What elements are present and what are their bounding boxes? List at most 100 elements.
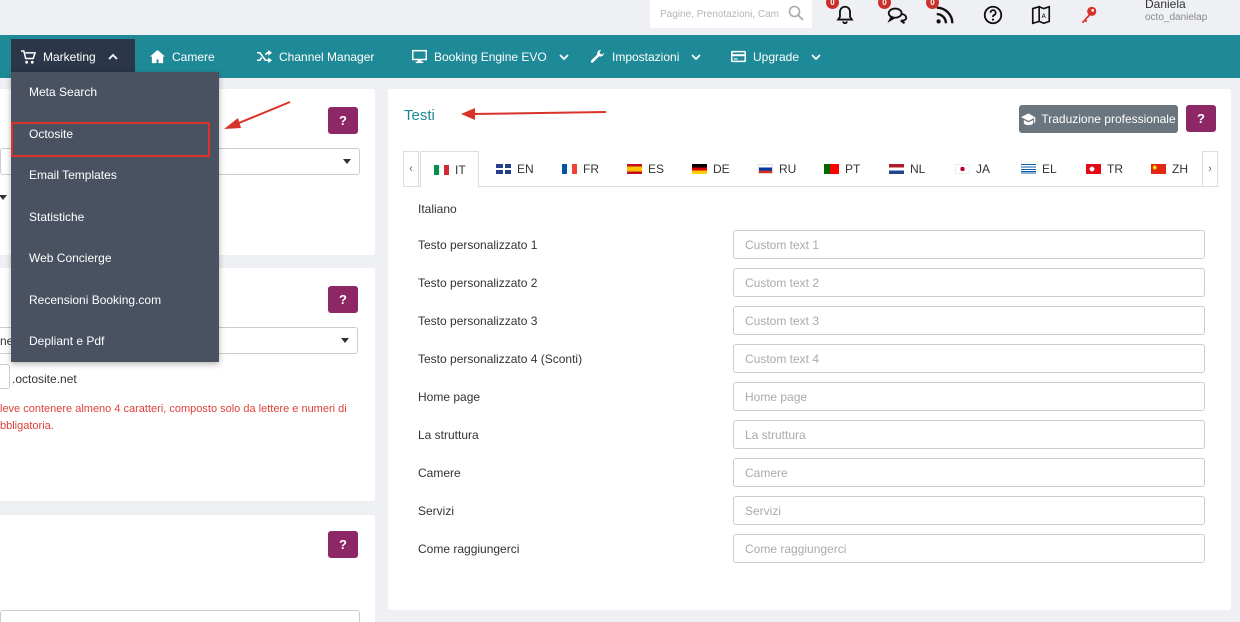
italy-flag-icon xyxy=(434,164,449,175)
help-button[interactable]: ? xyxy=(1186,105,1216,132)
nav-upgrade[interactable]: Upgrade xyxy=(731,35,828,78)
field-label: Testo personalizzato 1 xyxy=(418,238,538,252)
servizi-input[interactable] xyxy=(733,496,1205,525)
portugal-flag-icon xyxy=(824,164,839,174)
nav-impostazioni[interactable]: Impostazioni xyxy=(590,35,708,78)
tab-zh[interactable]: ZH xyxy=(1151,151,1188,187)
spain-flag-icon xyxy=(627,164,642,174)
tab-label: IT xyxy=(455,162,466,177)
tab-label: EN xyxy=(517,162,534,176)
text-field[interactable] xyxy=(0,610,360,622)
caret-down-icon xyxy=(0,195,7,200)
user-login: octo_danielap xyxy=(1145,12,1208,23)
tab-pt[interactable]: PT xyxy=(824,151,860,187)
field-label: Camere xyxy=(418,466,461,480)
field-label: Home page xyxy=(418,390,481,404)
field-label: Testo personalizzato 2 xyxy=(418,276,538,290)
chevron-down-icon xyxy=(691,53,702,60)
user-menu[interactable]: Daniela octo_danielap xyxy=(1145,0,1207,23)
language-heading: Italiano xyxy=(418,202,457,216)
tab-label: EL xyxy=(1042,162,1057,176)
tab-en[interactable]: EN xyxy=(496,151,534,187)
tab-el[interactable]: EL xyxy=(1021,151,1057,187)
tab-label: JA xyxy=(976,162,991,176)
russia-flag-icon xyxy=(758,164,773,174)
menu-item-web-concierge[interactable]: Web Concierge xyxy=(11,240,219,276)
la-struttura-input[interactable] xyxy=(733,420,1205,449)
custom-text-2-input[interactable] xyxy=(733,268,1205,297)
top-bar: 0 0 0 A Daniela octo_danielap xyxy=(0,0,1240,35)
tab-label: NL xyxy=(910,162,926,176)
tab-ja[interactable]: JA xyxy=(955,151,990,187)
search-icon[interactable] xyxy=(788,5,804,21)
camere-input[interactable] xyxy=(733,458,1205,487)
help-button[interactable]: ? xyxy=(328,531,358,558)
notifications-button[interactable]: 0 xyxy=(826,0,858,28)
help-center-button[interactable] xyxy=(980,2,1006,28)
menu-item-recensioni[interactable]: Recensioni Booking.com xyxy=(11,282,219,318)
nav-label: Channel Manager xyxy=(279,49,375,64)
custom-text-4-input[interactable] xyxy=(733,344,1205,373)
home-page-input[interactable] xyxy=(733,382,1205,411)
come-raggiungerci-input[interactable] xyxy=(733,534,1205,563)
feed-button[interactable]: 0 xyxy=(926,0,958,28)
monitor-icon xyxy=(412,49,427,64)
language-tabs: ‹ IT EN FR ES DE RU PT NL JA EL TR ZH › xyxy=(403,151,1218,188)
tab-nl[interactable]: NL xyxy=(889,151,925,187)
china-flag-icon xyxy=(1151,164,1166,174)
nav-booking-engine[interactable]: Booking Engine EVO xyxy=(412,35,576,78)
shuffle-icon xyxy=(257,49,272,64)
menu-item-email-templates[interactable]: Email Templates xyxy=(11,157,219,193)
texts-panel: Testi Traduzione professionale ? ‹ IT EN… xyxy=(388,89,1231,610)
nav-label: Camere xyxy=(172,49,215,64)
key-button[interactable] xyxy=(1076,2,1102,28)
tab-ru[interactable]: RU xyxy=(758,151,796,187)
guide-button[interactable]: A xyxy=(1028,2,1054,28)
turkey-flag-icon xyxy=(1086,164,1101,174)
professional-translation-button[interactable]: Traduzione professionale xyxy=(1019,105,1178,133)
domain-suffix: .octosite.net xyxy=(12,372,77,386)
tab-it[interactable]: IT xyxy=(420,151,479,188)
field-label: Servizi xyxy=(418,504,455,518)
caret-down-icon xyxy=(343,159,351,164)
caret-down-icon xyxy=(341,338,349,343)
tab-tr[interactable]: TR xyxy=(1086,151,1123,187)
help-button[interactable]: ? xyxy=(328,107,358,134)
tab-label: DE xyxy=(713,162,730,176)
tabs-next-button[interactable]: › xyxy=(1202,151,1218,187)
secondary-select[interactable] xyxy=(0,187,9,207)
chat-icon xyxy=(887,7,908,24)
tab-es[interactable]: ES xyxy=(627,151,664,187)
japan-flag-icon xyxy=(955,164,970,174)
nav-label: Marketing xyxy=(43,50,96,64)
tab-fr[interactable]: FR xyxy=(562,151,599,187)
search-input[interactable] xyxy=(660,8,788,20)
nav-marketing[interactable]: Marketing xyxy=(11,39,135,75)
help-icon xyxy=(983,5,1003,25)
annotation-arrow xyxy=(224,101,291,129)
tab-de[interactable]: DE xyxy=(692,151,730,187)
tabs-prev-button[interactable]: ‹ xyxy=(403,151,419,187)
home-icon xyxy=(150,49,165,64)
nav-channel-manager[interactable]: Channel Manager xyxy=(257,35,374,78)
menu-item-meta-search[interactable]: Meta Search xyxy=(11,74,219,110)
highlight-box xyxy=(11,122,210,157)
panel-title: Testi xyxy=(404,107,435,124)
custom-text-3-input[interactable] xyxy=(733,306,1205,335)
field-label: La struttura xyxy=(418,428,479,442)
card-icon xyxy=(731,50,746,63)
tab-label: ES xyxy=(648,162,665,176)
custom-text-1-input[interactable] xyxy=(733,230,1205,259)
nav-label: Impostazioni xyxy=(612,49,680,64)
germany-flag-icon xyxy=(692,164,707,174)
messages-button[interactable]: 0 xyxy=(878,0,910,28)
help-button[interactable]: ? xyxy=(328,286,358,313)
tab-label: FR xyxy=(583,162,599,176)
button-label: Traduzione professionale xyxy=(1041,112,1176,126)
chevron-down-icon xyxy=(559,53,569,60)
subdomain-input[interactable] xyxy=(0,364,10,389)
menu-item-depliant[interactable]: Depliant e Pdf xyxy=(11,323,219,359)
menu-item-statistiche[interactable]: Statistiche xyxy=(11,199,219,235)
search-box[interactable] xyxy=(650,0,812,28)
uk-flag-icon xyxy=(496,164,511,174)
